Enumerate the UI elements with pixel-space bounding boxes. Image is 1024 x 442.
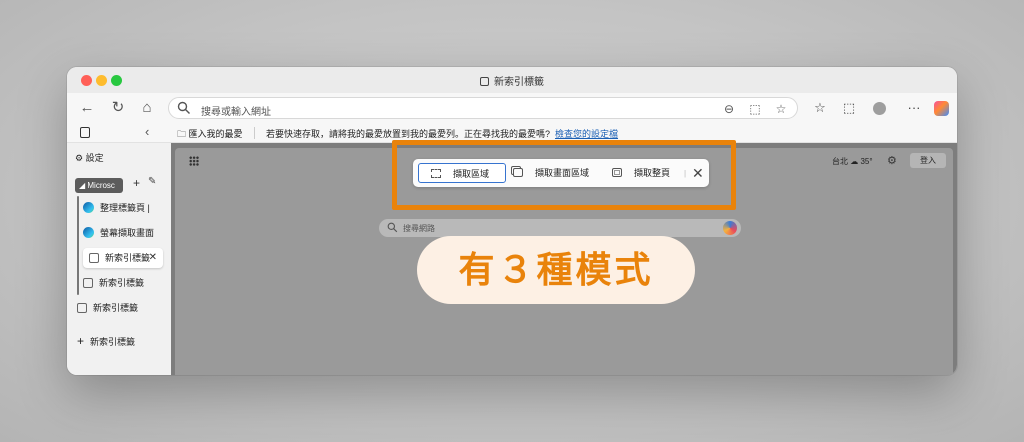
chevron-left-icon[interactable]: ‹	[145, 124, 149, 139]
tab-icon	[480, 77, 489, 86]
page-icon	[77, 303, 87, 313]
more-options-icon[interactable]: ···	[903, 97, 925, 119]
profile-avatar[interactable]	[873, 102, 886, 115]
sidebar-tab[interactable]: 螢幕擷取畫面	[83, 223, 163, 243]
title-bar: 新索引標籤	[67, 67, 957, 93]
favorite-star-icon[interactable]: ☆	[773, 101, 789, 117]
search-icon	[177, 101, 190, 114]
close-tab-icon[interactable]: ✕	[149, 248, 157, 268]
annotation-callout: 有３種模式	[417, 236, 695, 304]
edge-icon	[83, 227, 94, 238]
new-tab-button[interactable]: + 新索引標籤	[77, 331, 135, 351]
sidebar-tab[interactable]: 新索引標籤	[77, 298, 138, 318]
apps-grid-icon[interactable]	[189, 156, 199, 166]
page-icon	[89, 253, 99, 263]
folder-icon: 🗀	[177, 129, 189, 139]
edge-icon	[83, 202, 94, 213]
favorites-icon[interactable]: ☆	[809, 97, 831, 119]
weather-widget[interactable]: 台北 ☁ 35°	[832, 156, 873, 167]
screenshot-toolbar-icon[interactable]: ⬚	[838, 97, 860, 119]
copilot-icon[interactable]	[934, 101, 949, 116]
page-settings-icon[interactable]: ⚙	[887, 154, 897, 167]
sidebar-settings[interactable]: ⚙ 設定	[75, 148, 104, 168]
zoom-out-icon[interactable]: ⊖	[721, 101, 737, 117]
sidebar-tab[interactable]: 新索引標籤	[83, 273, 163, 293]
tab-group-indicator	[77, 196, 79, 295]
tab-group-chip[interactable]: ◢ Microsc	[75, 178, 123, 193]
copilot-search-icon[interactable]	[723, 221, 737, 235]
login-button[interactable]: 登入	[910, 153, 946, 168]
web-search-box[interactable]: 搜尋網路	[379, 219, 741, 237]
manage-favorites-link[interactable]: 檢查您的設定檔	[555, 129, 618, 139]
browser-toolbar: ← ↻ ⌂ 搜尋或輸入網址 ⊖ ⬚ ☆ ☆ ⬚ ···	[67, 93, 957, 123]
back-arrow-icon[interactable]: ←	[76, 97, 98, 119]
favorites-message: 若要快速存取，請將我的最愛放置到我的最愛列。正在尋找我的最愛嗎? 檢查您的設定檔	[266, 129, 619, 139]
annotation-highlight-box	[392, 140, 736, 210]
screenshot-icon[interactable]: ⬚	[747, 101, 763, 117]
refresh-icon[interactable]: ↻	[107, 97, 129, 119]
add-tab-to-group-icon[interactable]: +	[133, 176, 140, 190]
window-title: 新索引標籤	[67, 73, 957, 88]
import-favorites-button[interactable]: 🗀 匯入我的最愛	[177, 127, 243, 143]
sidebar-tab[interactable]: 整理標籤頁 |	[83, 198, 163, 218]
sidebar-toggle-icon[interactable]	[80, 127, 90, 138]
home-icon[interactable]: ⌂	[136, 97, 158, 119]
address-bar[interactable]: 搜尋或輸入網址 ⊖ ⬚ ☆	[168, 97, 798, 119]
favorites-divider	[254, 127, 255, 139]
plus-icon: +	[77, 334, 85, 348]
edit-group-icon[interactable]: ✎	[148, 176, 156, 187]
gear-icon: ⚙	[75, 153, 84, 163]
sidebar-tab-active[interactable]: 新索引標籤 ✕	[83, 248, 163, 268]
page-icon	[83, 278, 93, 288]
cloud-sun-icon: ☁	[850, 157, 859, 166]
address-placeholder: 搜尋或輸入網址	[201, 107, 271, 118]
vertical-tabs-sidebar: ⚙ 設定 ◢ Microsc + ✎ 整理標籤頁 | 螢幕擷取畫面 新索引標籤 ✕…	[67, 143, 171, 375]
browser-window: 新索引標籤 ← ↻ ⌂ 搜尋或輸入網址 ⊖ ⬚ ☆ ☆ ⬚ ··· ‹ 🗀 匯入…	[67, 67, 957, 375]
search-icon	[387, 222, 398, 233]
